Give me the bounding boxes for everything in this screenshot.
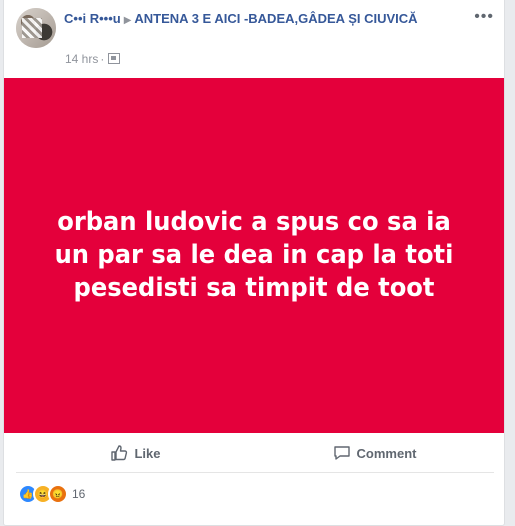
post-text: orban ludovic a spus co sa ia un par sa … [54, 207, 454, 303]
post-meta: 14 hrs · [65, 52, 121, 66]
post-card: C••i R•••u ▶ ANTENA 3 E AICI -BADEA,GÂDEA … [3, 0, 505, 526]
post-header: C••i R•••u ▶ ANTENA 3 E AICI -BADEA,GÂDEA … [4, 0, 504, 78]
like-label: Like [134, 445, 161, 461]
arrow-right-icon: ▶ [123, 15, 132, 26]
thumbs-up-icon [111, 445, 128, 461]
comment-button[interactable]: Comment [255, 434, 494, 472]
group-name[interactable]: ANTENA 3 E AICI -BADEA,GÂDEA ȘI CIUVICĂ [134, 11, 417, 26]
separator-dot: · [100, 52, 105, 66]
audience-icon[interactable] [108, 53, 121, 64]
comment-icon [333, 446, 350, 460]
angry-reaction-icon: 😠 [48, 484, 68, 504]
reaction-count[interactable]: 16 [72, 487, 85, 501]
author-name[interactable]: C••i R•••u [64, 11, 121, 26]
more-options-icon[interactable]: ••• [474, 9, 494, 25]
author-avatar[interactable] [16, 8, 56, 48]
like-button[interactable]: Like [16, 434, 255, 472]
action-bar: Like Comment [16, 434, 494, 473]
post-body: orban ludovic a spus co sa ia un par sa … [4, 78, 504, 433]
avatar-censor [22, 18, 42, 38]
comment-label: Comment [356, 445, 417, 461]
reactions-summary[interactable]: 👍 😆 😠 16 [18, 484, 85, 504]
post-timestamp[interactable]: 14 hrs [65, 52, 98, 66]
post-title: C••i R•••u ▶ ANTENA 3 E AICI -BADEA,GÂDEA … [64, 10, 444, 29]
